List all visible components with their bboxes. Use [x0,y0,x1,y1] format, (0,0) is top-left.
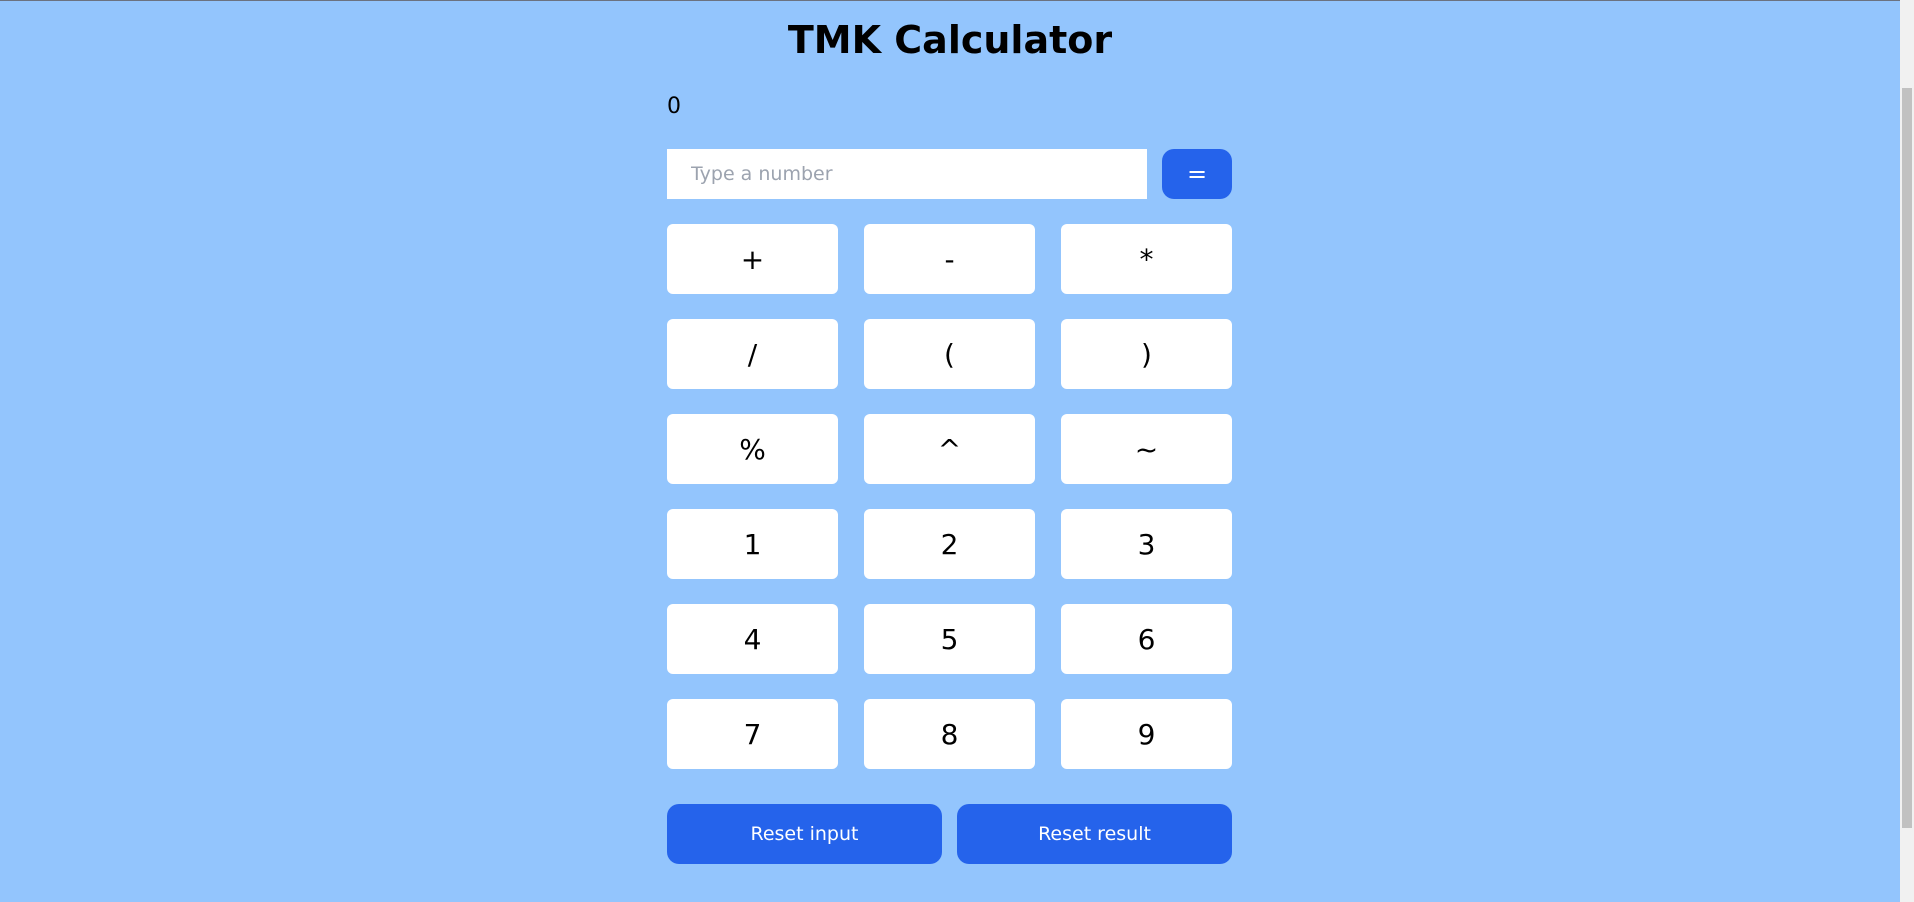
key-4[interactable]: 4 [667,604,838,674]
equals-button[interactable]: = [1162,149,1232,199]
result-display: 0 [667,94,681,119]
page-title: TMK Calculator [787,18,1113,62]
reset-result-button[interactable]: Reset result [957,804,1232,864]
vertical-scrollbar[interactable] [1900,0,1914,902]
window-top-border [0,0,1914,1]
key-tilde[interactable]: ~ [1061,414,1232,484]
reset-input-button[interactable]: Reset input [667,804,942,864]
key-3[interactable]: 3 [1061,509,1232,579]
key-7[interactable]: 7 [667,699,838,769]
key-divide[interactable]: / [667,319,838,389]
key-close-paren[interactable]: ) [1061,319,1232,389]
key-9[interactable]: 9 [1061,699,1232,769]
key-8[interactable]: 8 [864,699,1035,769]
key-multiply[interactable]: * [1061,224,1232,294]
key-6[interactable]: 6 [1061,604,1232,674]
key-plus[interactable]: + [667,224,838,294]
keypad: + - * / ( ) % ^ ~ 1 2 3 4 5 6 7 8 9 [667,224,1232,769]
number-input[interactable] [667,149,1147,199]
key-minus[interactable]: - [864,224,1035,294]
key-2[interactable]: 2 [864,509,1035,579]
key-percent[interactable]: % [667,414,838,484]
scrollbar-thumb[interactable] [1902,88,1912,828]
key-power[interactable]: ^ [864,414,1035,484]
key-open-paren[interactable]: ( [864,319,1035,389]
key-1[interactable]: 1 [667,509,838,579]
key-5[interactable]: 5 [864,604,1035,674]
